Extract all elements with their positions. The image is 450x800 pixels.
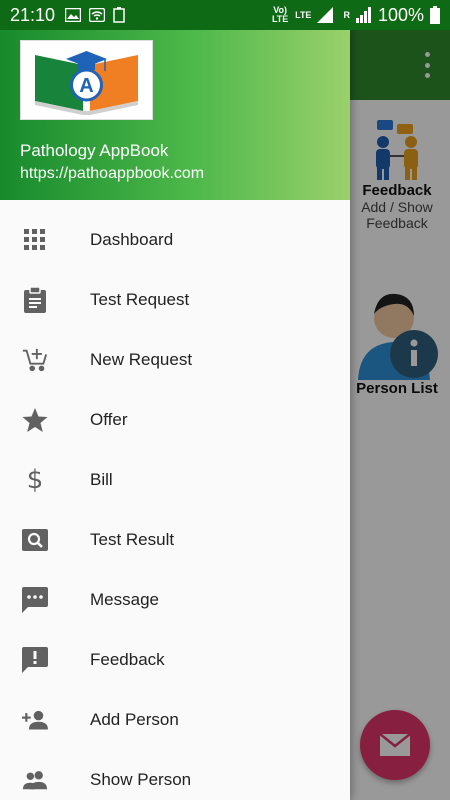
menu-label: Dashboard — [90, 230, 174, 249]
drawer-app-url[interactable]: https://pathoappbook.com — [20, 165, 204, 183]
menu-item-message[interactable]: Message — [0, 570, 350, 630]
drawer-header: A Pathology AppBook https://pathoappbook… — [0, 30, 350, 200]
add-cart-icon — [22, 347, 48, 373]
menu-item-add-person[interactable]: Add Person — [0, 690, 350, 750]
battery-saver-icon — [113, 7, 125, 23]
menu-item-new-request[interactable]: New Request — [0, 330, 350, 390]
menu-label: Feedback — [90, 650, 165, 669]
menu-item-bill[interactable]: $ Bill — [0, 450, 350, 510]
clipboard-icon — [22, 287, 48, 313]
battery-icon — [430, 6, 440, 24]
dollar-icon: $ — [26, 465, 44, 495]
battery-percent: 100% — [377, 4, 424, 25]
menu-label: Test Request — [90, 290, 190, 309]
menu-label: New Request — [90, 350, 193, 369]
menu-item-dashboard[interactable]: Dashboard — [0, 210, 350, 270]
logo-letter: A — [79, 75, 93, 97]
status-time: 21:10 — [10, 4, 56, 25]
menu-item-test-result[interactable]: Test Result — [0, 510, 350, 570]
star-icon — [22, 407, 48, 433]
wifi-icon — [89, 8, 106, 22]
signal-icon-2 — [355, 7, 371, 23]
menu-item-show-person[interactable]: Show Person — [0, 750, 350, 800]
gallery-icon — [65, 8, 82, 22]
message-icon — [22, 587, 48, 613]
menu-label: Test Result — [90, 530, 175, 549]
add-person-icon — [22, 707, 48, 733]
menu-label: Message — [90, 590, 159, 609]
people-icon — [22, 767, 48, 793]
menu-item-test-request[interactable]: Test Request — [0, 270, 350, 330]
lte-indicator: LTE — [295, 9, 312, 20]
status-bar: 21:10 Vo) LTE LTE R 100% — [0, 0, 450, 30]
menu-label: Offer — [90, 410, 128, 429]
feedback-icon — [22, 647, 48, 673]
drawer-menu: Dashboard Test Request New Request Offer… — [0, 210, 350, 800]
menu-label: Add Person — [90, 710, 179, 729]
search-result-icon — [22, 527, 48, 553]
menu-label: Bill — [90, 470, 113, 489]
roaming-indicator: R — [343, 10, 350, 20]
app-logo: A — [20, 40, 153, 120]
menu-label: Show Person — [90, 770, 192, 789]
grid-icon — [22, 227, 48, 253]
menu-item-feedback[interactable]: Feedback — [0, 630, 350, 690]
signal-icon — [317, 7, 334, 23]
menu-item-offer[interactable]: Offer — [0, 390, 350, 450]
drawer-app-name: Pathology AppBook — [20, 141, 169, 160]
navigation-drawer: A Pathology AppBook https://pathoappbook… — [0, 30, 350, 800]
volte-indicator: Vo) LTE — [271, 5, 289, 24]
